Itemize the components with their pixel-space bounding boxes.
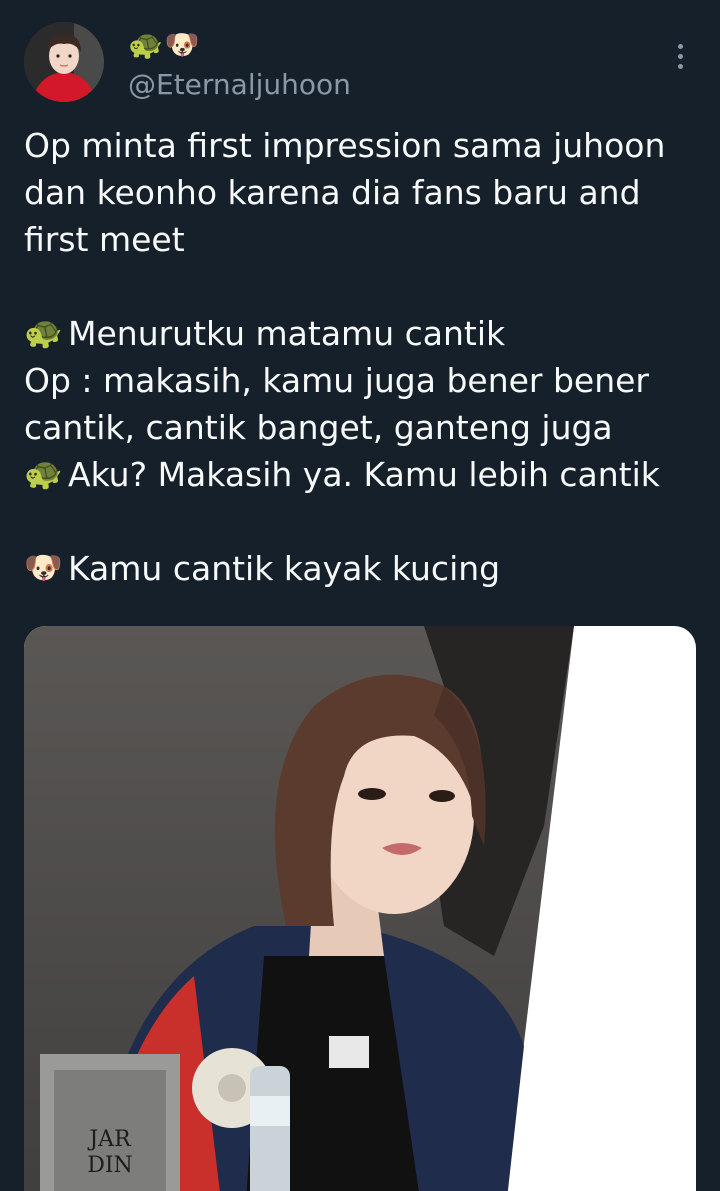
tweet-line: first meet (24, 216, 696, 263)
tweet-line: 🐢 Aku? Makasih ya. Kamu lebih cantik (24, 451, 696, 498)
tweet-line-text: Kamu cantik kayak kucing (68, 549, 501, 588)
desk-sign-text-1: JAR (87, 1127, 132, 1152)
tweet-media-photo[interactable]: JAR DIN (24, 626, 696, 1191)
user-meta: 🐢🐶 @Eternaljuhoon (128, 28, 351, 102)
tweet-line-text: first meet (24, 220, 185, 259)
tweet-line: dan keonho karena dia fans baru and (24, 169, 696, 216)
tweet-line: 🐢 Menurutku matamu cantik (24, 310, 696, 357)
tweet-line-text: cantik, cantik banget, ganteng juga (24, 408, 613, 447)
tweet-line: Op minta first impression sama juhoon (24, 122, 696, 169)
tweet-line: 🐶 Kamu cantik kayak kucing (24, 545, 696, 592)
tweet-line-text: Aku? Makasih ya. Kamu lebih cantik (68, 455, 660, 494)
tweet-line-text: Op : makasih, kamu juga bener bener (24, 361, 650, 400)
more-vertical-icon-dot (677, 63, 683, 69)
turtle-emoji-icon: 🐢 (24, 315, 63, 351)
tweet-header: 🐢🐶 @Eternaljuhoon (24, 22, 696, 104)
tweet-text: Op minta first impression sama juhoon da… (24, 122, 696, 592)
more-vertical-icon (677, 43, 683, 49)
tweet-page: 🐢🐶 @Eternaljuhoon Op minta first impress… (0, 0, 720, 1191)
more-vertical-icon-dot (677, 53, 683, 59)
tweet-line-text: Op minta first impression sama juhoon (24, 126, 666, 165)
tweet-line: Op : makasih, kamu juga bener bener (24, 357, 696, 404)
user-handle[interactable]: @Eternaljuhoon (128, 68, 351, 102)
tweet-line-text: dan keonho karena dia fans baru and (24, 173, 641, 212)
avatar[interactable] (24, 22, 104, 102)
tweet-line: cantik, cantik banget, ganteng juga (24, 404, 696, 451)
dog-emoji-icon: 🐶 (24, 550, 63, 586)
display-name[interactable]: 🐢🐶 (128, 28, 351, 62)
more-options-button[interactable] (664, 40, 696, 72)
desk-sign-text-2: DIN (87, 1153, 133, 1178)
tweet-line-text: Menurutku matamu cantik (68, 314, 506, 353)
turtle-emoji-icon: 🐢 (24, 456, 63, 492)
